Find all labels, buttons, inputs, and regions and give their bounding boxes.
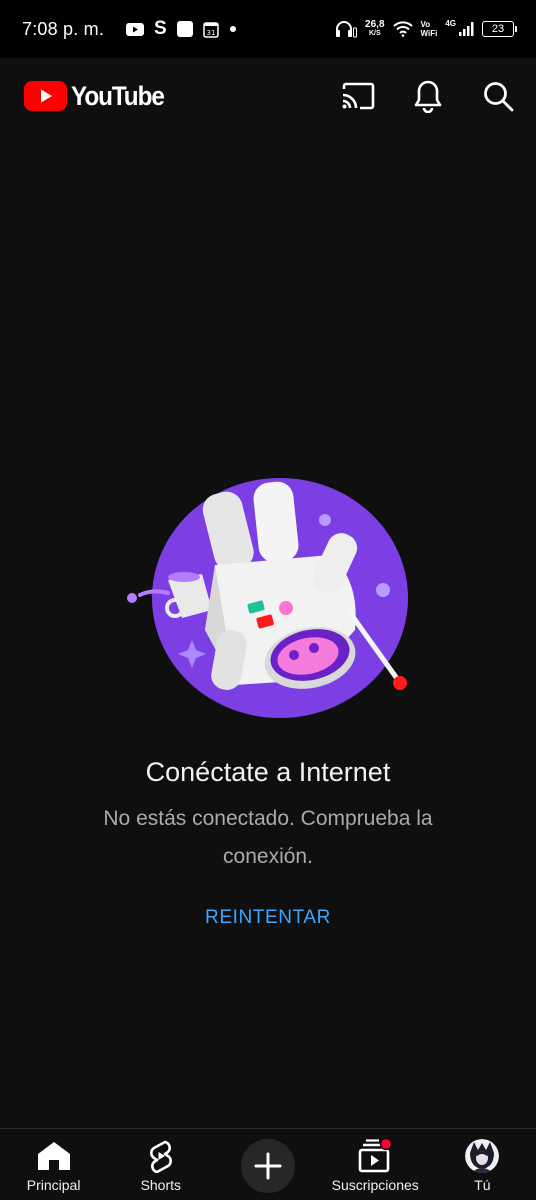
notifications-button[interactable] <box>410 78 446 114</box>
youtube-logo[interactable]: YouTube <box>24 81 174 112</box>
vowifi-indicator: Vo WiFi <box>421 20 438 38</box>
wifi-icon <box>392 21 413 37</box>
screen: 7:08 p. m. S 31 26,8 K/S Vo WiFi 4G 23 Y… <box>0 0 536 1200</box>
create-button[interactable] <box>241 1139 295 1193</box>
square-notification-icon <box>176 21 193 37</box>
home-icon <box>37 1139 71 1173</box>
search-icon <box>484 82 514 112</box>
network-type: 4G <box>445 18 456 28</box>
offline-message: No estás conectado. Comprueba la conexió… <box>103 807 433 868</box>
nav-item-create[interactable] <box>214 1129 321 1193</box>
net-speed: 26,8 K/S <box>365 20 384 38</box>
subscriptions-icon <box>357 1139 393 1173</box>
youtube-wordmark: YouTube <box>71 80 165 111</box>
nav-label-shorts: Shorts <box>140 1177 182 1193</box>
nav-item-shorts[interactable]: Shorts <box>107 1129 214 1193</box>
offline-title: Conéctate a Internet <box>145 757 391 787</box>
nav-label-subscriptions: Suscripciones <box>331 1177 419 1193</box>
app-bar-actions <box>340 78 516 114</box>
status-time: 7:08 p. m. <box>22 18 105 39</box>
status-bar: 7:08 p. m. S 31 26,8 K/S Vo WiFi 4G 23 <box>0 0 536 58</box>
nav-item-subscriptions[interactable]: Suscripciones <box>322 1129 429 1193</box>
vo-label: Vo <box>420 20 431 29</box>
youtube-notification-icon <box>126 22 145 36</box>
wifi-label: WiFi <box>420 29 438 38</box>
status-left: 7:08 p. m. S 31 <box>22 18 237 40</box>
calendar-notification-icon: 31 <box>202 21 219 38</box>
svg-text:31: 31 <box>206 29 215 37</box>
shorts-icon <box>146 1139 176 1173</box>
nav-label-you: Tú <box>474 1177 491 1193</box>
avatar <box>465 1139 500 1173</box>
cast-button[interactable] <box>340 78 376 114</box>
nav-label-home: Principal <box>26 1177 81 1193</box>
net-speed-value: 26,8 <box>365 19 385 30</box>
headphones-icon <box>335 20 358 38</box>
battery-indicator: 23 <box>482 21 517 37</box>
s-app-notification-icon: S <box>154 18 167 39</box>
plus-icon <box>254 1152 282 1180</box>
youtube-play-logo-icon <box>24 81 67 111</box>
bell-icon <box>414 80 442 113</box>
app-bar: YouTube <box>0 58 536 134</box>
search-button[interactable] <box>480 78 516 114</box>
net-speed-unit: K/S <box>368 30 381 37</box>
nav-item-home[interactable]: Principal <box>0 1129 107 1193</box>
signal-icon <box>458 21 474 37</box>
retry-button[interactable]: REINTENTAR <box>168 898 368 938</box>
cast-icon <box>342 82 375 110</box>
status-right: 26,8 K/S Vo WiFi 4G 23 <box>335 18 517 38</box>
nav-item-you[interactable]: Tú <box>429 1129 536 1193</box>
bottom-nav: Principal Shorts Suscripciones Tú <box>0 1128 536 1200</box>
more-notifications-dot-icon <box>229 25 237 33</box>
offline-astronaut-illustration <box>127 478 408 718</box>
